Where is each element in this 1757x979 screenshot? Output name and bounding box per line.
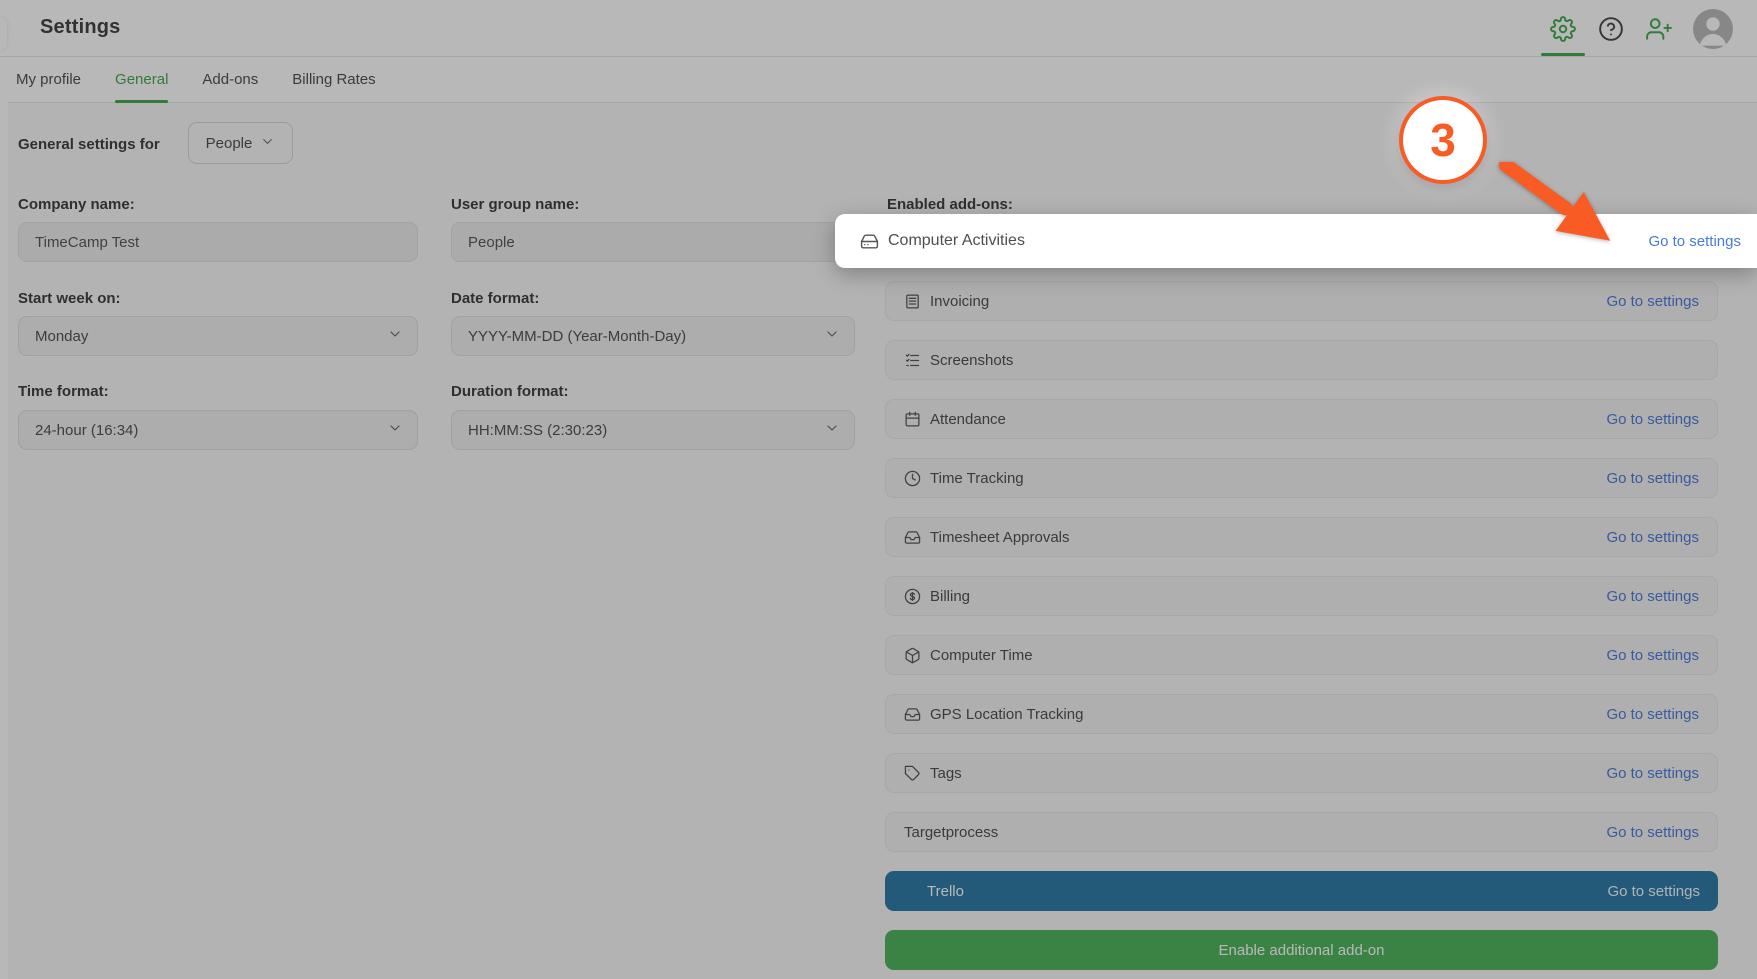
go-to-settings-link[interactable]: Go to settings: [1648, 233, 1741, 250]
tutorial-step-badge: 3: [1399, 96, 1487, 184]
hard-drive-icon: [860, 232, 879, 251]
settings-page: Settings My profile General Add-ons Billing…: [0, 0, 1757, 979]
addon-label: Computer Activities: [888, 232, 1025, 249]
tutorial-dim-overlay[interactable]: [0, 0, 1757, 979]
tutorial-arrow-icon: [1498, 162, 1611, 241]
